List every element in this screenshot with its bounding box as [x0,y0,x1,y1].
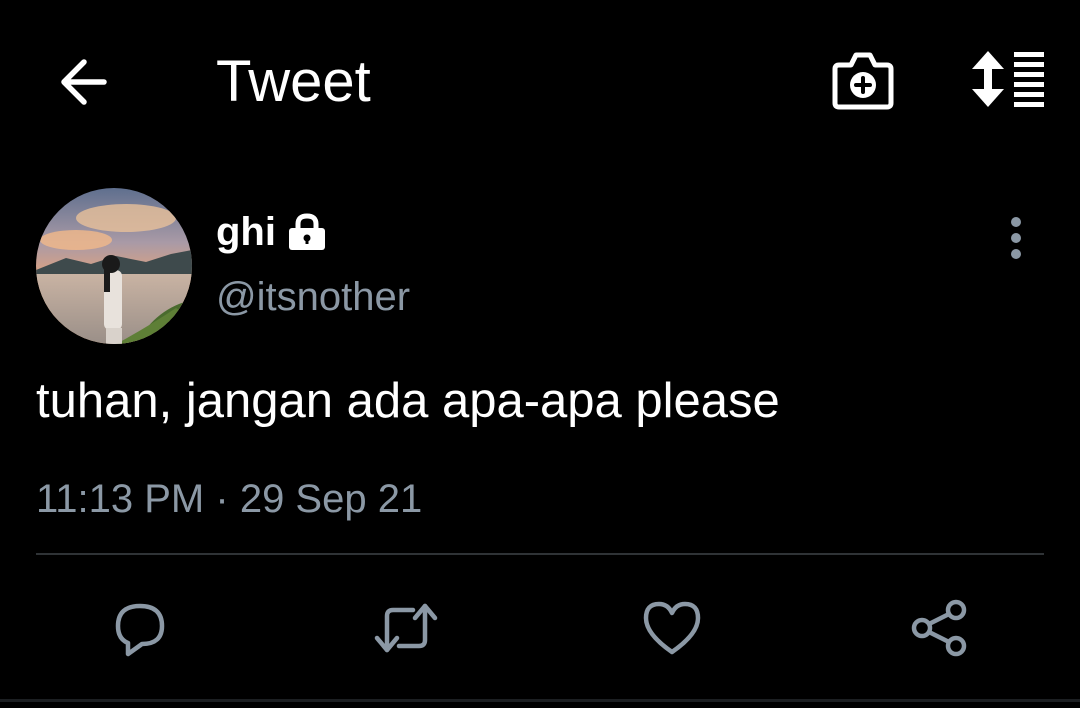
reply-button[interactable] [108,596,172,660]
reply-icon [110,598,170,658]
heart-icon [642,600,702,656]
more-vertical-icon [1010,216,1022,260]
camera-add-icon [831,49,895,111]
author-handle[interactable]: @itsnother [216,272,410,322]
sort-replies-button[interactable] [966,48,1050,110]
share-button[interactable] [908,596,972,660]
divider [36,553,1044,555]
retweet-button[interactable] [374,596,438,660]
arrow-left-icon [56,54,112,110]
lock-icon [286,212,328,252]
share-icon [910,598,970,658]
bottom-divider [0,699,1080,702]
top-app-bar: Tweet [0,0,1080,160]
like-button[interactable] [640,596,704,660]
display-name[interactable]: ghi [216,207,276,257]
tweet-text: tuhan, jangan ada apa-apa please [36,374,780,428]
camera-button[interactable] [830,48,896,112]
avatar[interactable] [36,188,192,344]
tweet-time: 11:13 PM [36,477,205,521]
timestamp-separator: · [215,477,229,521]
retweet-icon [373,598,439,658]
more-options-button[interactable] [996,214,1036,262]
author-name-row: ghi [216,204,328,260]
page-title: Tweet [216,49,371,114]
tweet-timestamp[interactable]: 11:13 PM · 29 Sep 21 [36,474,422,524]
sort-replies-icon [968,49,1048,109]
tweet-date: 29 Sep 21 [239,477,423,521]
back-button[interactable] [54,52,114,112]
